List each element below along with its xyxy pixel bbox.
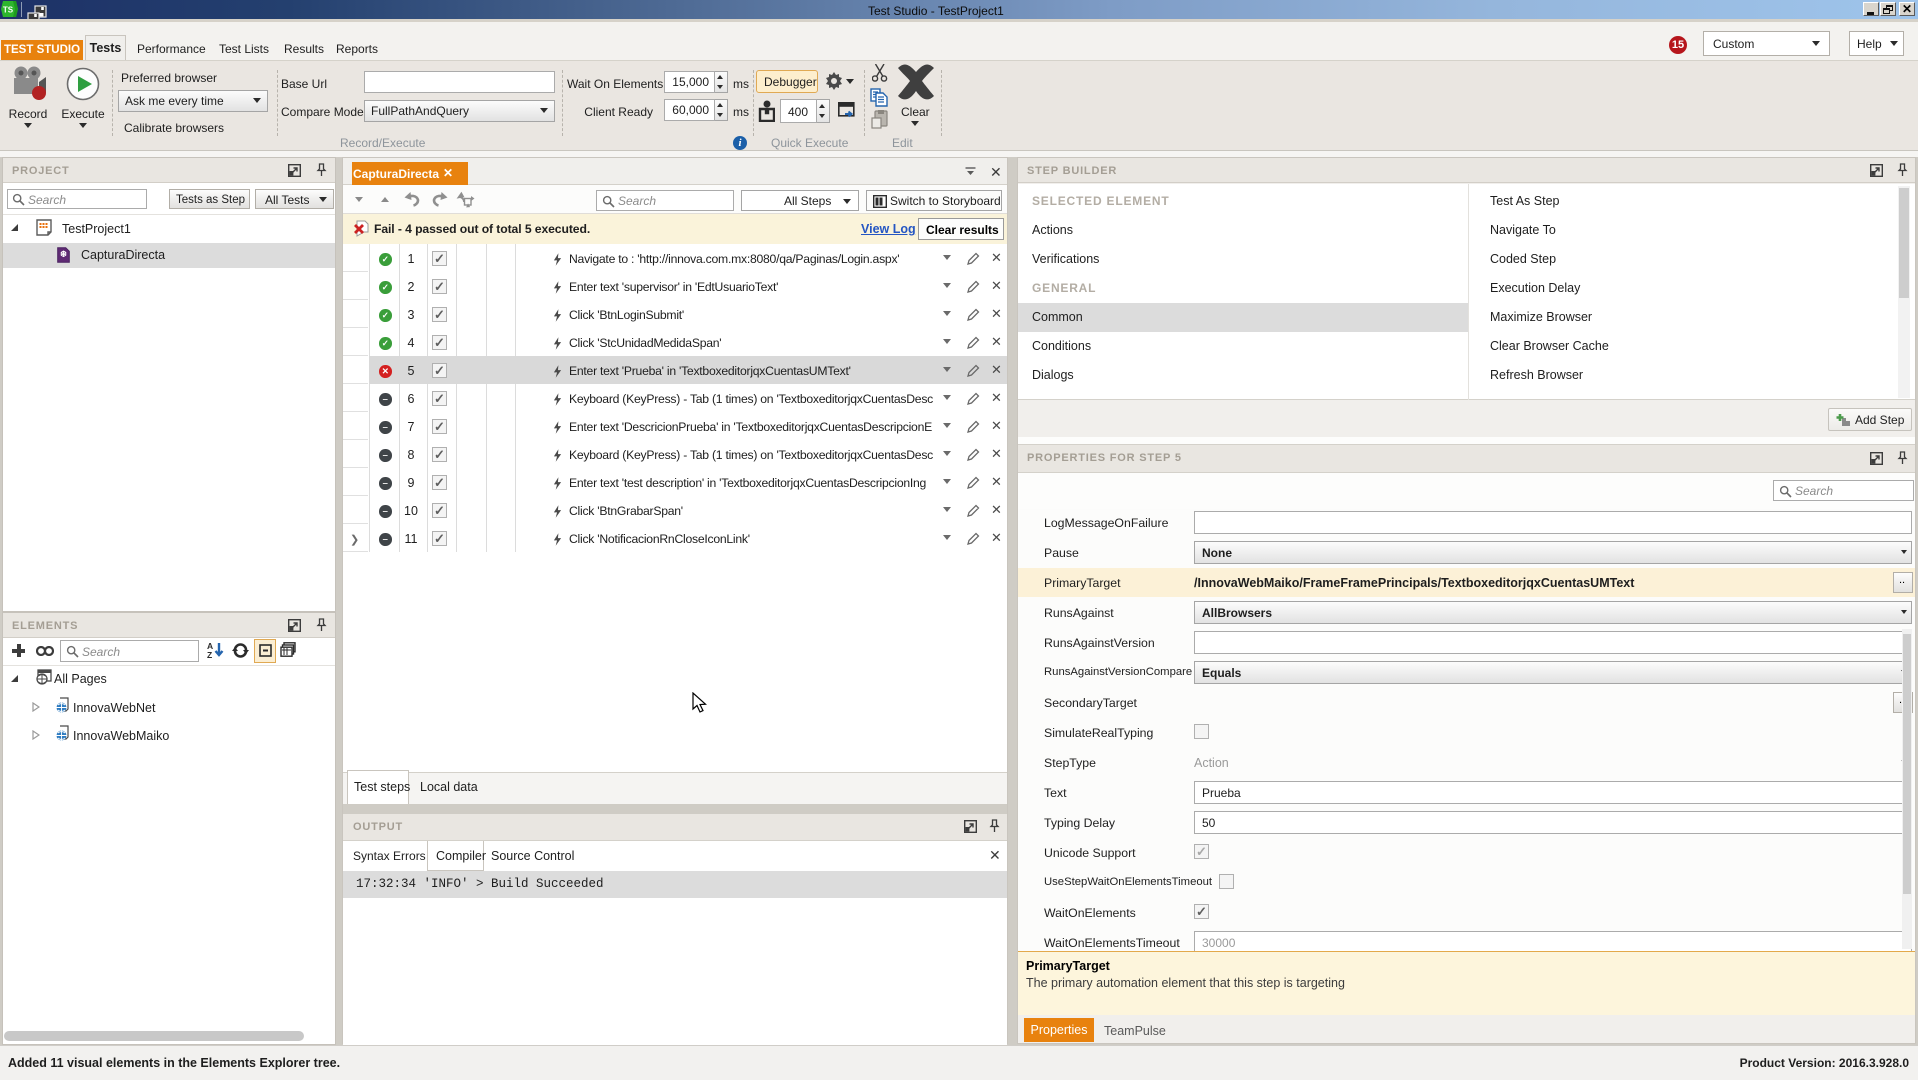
svg-text:Z: Z	[207, 650, 212, 660]
svg-text:TS: TS	[3, 6, 14, 15]
